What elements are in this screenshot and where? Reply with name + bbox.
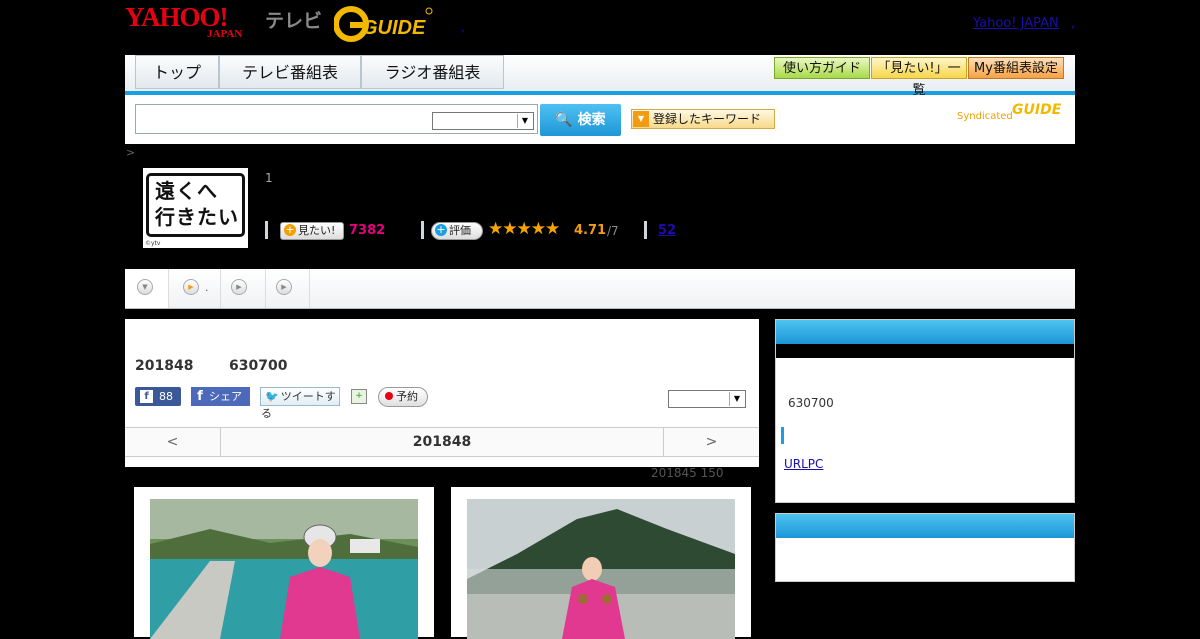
sidebar-section-marker [781, 427, 784, 444]
episode-pager: < 201848 > [125, 427, 759, 457]
want-to-watch-button[interactable]: + 見たい! [280, 222, 344, 240]
photo-meta: 201845 150 [651, 466, 724, 480]
tab-program-info[interactable]: ▼ [125, 269, 169, 308]
play-icon: ▶ [183, 279, 199, 295]
search-icon: 🔍 [555, 112, 573, 128]
nav-tab-radio-listings[interactable]: ラジオ番組表 [361, 55, 504, 89]
program-thumbnail-frame: 遠くへ 行きたい [146, 173, 245, 237]
search-category-select[interactable]: ▼ [432, 112, 534, 130]
review-count-link[interactable]: 52 [658, 223, 676, 238]
tweet-button[interactable]: 🐦 ツイートする [260, 387, 340, 420]
tab-reviews[interactable]: ▶ [221, 269, 266, 308]
record-dot-icon [385, 392, 393, 400]
previous-episode-button[interactable]: < [125, 428, 221, 456]
syndicated-label: Syndicated [957, 111, 1013, 122]
usage-guide-button[interactable]: 使い方ガイド [774, 57, 870, 79]
divider [644, 221, 647, 239]
current-episode-date: 201848 [412, 434, 472, 450]
syndicated-gguide-logo: GUIDE [1012, 102, 1062, 118]
thumbnail-copyright: ©ytv [145, 240, 161, 247]
rating-stars: ★★★★★ [488, 219, 560, 239]
gguide-logo-icon[interactable]: GUIDE [334, 5, 434, 43]
episode-select[interactable]: ▼ [668, 390, 746, 408]
chevron-down-icon: ▼ [137, 279, 153, 295]
registered-keywords-button[interactable]: ▼ 登録したキーワード [631, 109, 775, 129]
episode-photo-1[interactable] [134, 487, 434, 639]
facebook-icon: f [140, 390, 153, 403]
facebook-icon: f [197, 389, 203, 404]
tab-related[interactable]: ▶ [266, 269, 310, 308]
rate-label: 評価 [449, 224, 471, 237]
air-date: 201848 [135, 358, 194, 374]
cyclist-photo [150, 499, 418, 639]
my-listings-settings-button[interactable]: My番組表設定 [968, 57, 1064, 79]
air-time: 630700 [229, 358, 288, 374]
breadcrumb[interactable]: > [126, 146, 135, 159]
plus-icon: + [435, 223, 447, 236]
tab-episodes-label: . [205, 281, 209, 294]
plus-icon: + [284, 223, 296, 236]
chevron-down-icon: ▼ [517, 114, 532, 128]
rate-button[interactable]: + 評価 [431, 222, 483, 240]
divider [265, 221, 268, 239]
next-episode-button[interactable]: > [663, 428, 759, 456]
divider [421, 221, 424, 239]
nav-tab-top[interactable]: トップ [135, 55, 219, 89]
sidebar-box-banner [776, 344, 1074, 358]
chevron-down-icon: ▼ [729, 392, 744, 406]
header-separator: , [461, 20, 465, 34]
registered-keywords-label: 登録したキーワード [653, 112, 762, 126]
yahoo-japan-link[interactable]: Yahoo! JAPAN [973, 16, 1059, 31]
facebook-like-button[interactable]: f 88 [135, 387, 181, 406]
want-to-watch-label: 見たい! [298, 224, 336, 237]
want-to-watch-count: 7382 [349, 223, 386, 238]
twitter-bird-icon: 🐦 [265, 390, 279, 403]
play-icon: ▶ [231, 279, 247, 295]
header-trailing-link[interactable]: , [1071, 16, 1075, 31]
yahoo-japan-wordmark: JAPAN [207, 28, 243, 40]
yahoo-logo[interactable]: YAHOO! [125, 4, 229, 31]
main-nav: トップ テレビ番組表 ラジオ番組表 使い方ガイド 「見たい!」一覧 My番組表設… [125, 55, 1075, 98]
svg-text:GUIDE: GUIDE [362, 17, 426, 39]
facebook-share-label: シェア [209, 390, 242, 403]
sidebar-url-link[interactable]: URLPC [784, 457, 823, 471]
reserve-label: 予約 [396, 390, 418, 403]
facebook-like-count: 88 [159, 390, 173, 403]
search-button-label: 検索 [577, 112, 606, 128]
watch-list-button[interactable]: 「見たい!」一覧 [871, 57, 967, 98]
tab-episodes[interactable]: ▶ . [169, 269, 221, 308]
sidebar-air-time: 630700 [788, 396, 834, 410]
program-thumbnail-title: 遠くへ 行きたい [155, 179, 239, 229]
sidebar-box-header [776, 514, 1074, 538]
rating-total: /7 [607, 224, 619, 238]
nav-tab-tv-listings[interactable]: テレビ番組表 [219, 55, 361, 89]
bookmark-add-icon[interactable]: + [351, 389, 367, 404]
search-button[interactable]: 🔍 検索 [540, 104, 621, 136]
rating-value: 4.71 [574, 223, 607, 238]
facebook-share-button[interactable]: f シェア [191, 387, 250, 406]
episode-photo-2[interactable] [451, 487, 751, 639]
reserve-recording-button[interactable]: 予約 [378, 387, 428, 407]
river-photo [467, 499, 735, 639]
program-tab-strip: ▼ ▶ . ▶ ▶ [125, 269, 1075, 309]
program-thumbnail[interactable]: 遠くへ 行きたい ©ytv [143, 168, 248, 248]
tv-logo-label[interactable]: テレビ [265, 6, 322, 33]
play-icon: ▶ [276, 279, 292, 295]
episode-number: 1 [265, 171, 273, 185]
chevron-down-icon: ▼ [633, 111, 649, 127]
sidebar-box-header [776, 320, 1074, 344]
